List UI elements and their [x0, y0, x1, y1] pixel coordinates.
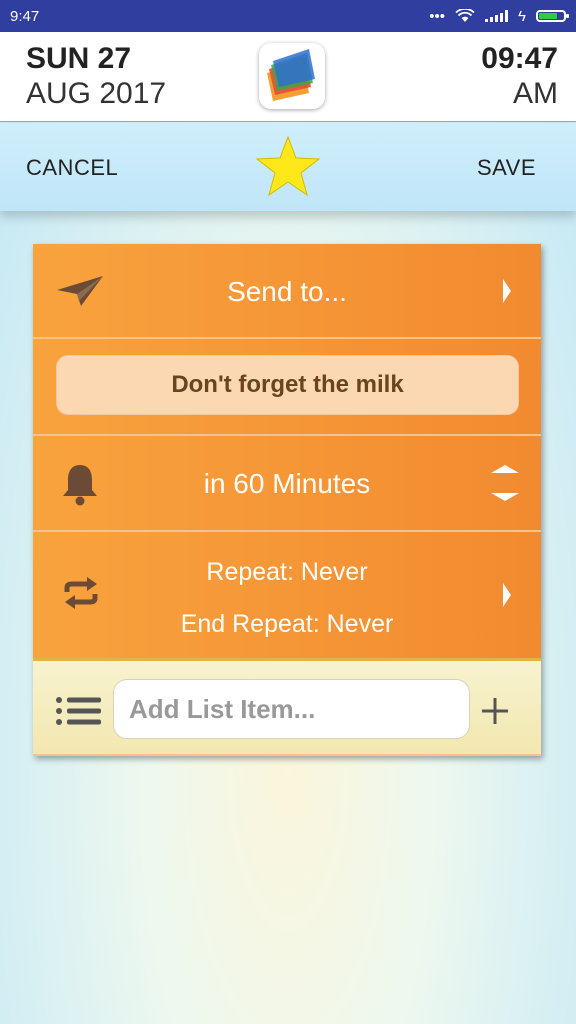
add-list-item-row: [33, 658, 541, 756]
time-display: 09:47 AM: [481, 42, 558, 112]
note-row: Don't forget the milk: [33, 339, 541, 436]
battery-icon: [536, 10, 569, 22]
action-bar: CANCEL SAVE: [0, 123, 576, 211]
note-text-field[interactable]: Don't forget the milk: [56, 355, 519, 415]
end-repeat-text: End Repeat: Never: [180, 610, 394, 638]
chevron-right-icon: [503, 583, 511, 607]
status-icons: ••• ϟ: [429, 7, 569, 25]
app-logo: [259, 43, 325, 109]
chevron-right-icon: [503, 279, 511, 303]
reminder-row[interactable]: in 60 Minutes: [33, 436, 541, 532]
signal-icon: [485, 10, 509, 22]
status-time: 9:47: [10, 7, 40, 25]
reminder-text: in 60 Minutes: [203, 468, 371, 499]
time-hours-minutes: 09:47: [481, 42, 558, 75]
save-button[interactable]: SAVE: [477, 155, 536, 181]
send-to-label: Send to...: [227, 276, 347, 307]
status-bar: 9:47 ••• ϟ: [0, 0, 576, 32]
repeat-row[interactable]: Repeat: Never End Repeat: Never: [33, 532, 541, 658]
more-dots-icon: •••: [429, 7, 446, 25]
list-icon: [56, 697, 101, 725]
date-day: SUN 27: [26, 42, 132, 75]
star-icon[interactable]: [255, 135, 321, 197]
up-down-arrows-icon[interactable]: [489, 463, 521, 503]
date-display: SUN 27 AUG 2017: [26, 42, 166, 112]
date-time-header: SUN 27 AUG 2017 09:47 AM: [0, 32, 576, 122]
repeat-text: Repeat: Never: [206, 558, 368, 586]
note-text: Don't forget the milk: [171, 371, 404, 398]
add-list-item-input[interactable]: [113, 679, 470, 739]
plus-icon[interactable]: [481, 697, 509, 725]
send-to-row[interactable]: Send to...: [33, 244, 541, 339]
charging-icon: ϟ: [518, 7, 526, 25]
cancel-button[interactable]: CANCEL: [26, 155, 118, 181]
time-ampm: AM: [513, 77, 558, 110]
reminder-card: Send to... Don't forget the milk in 60 M…: [33, 244, 541, 756]
date-month-year: AUG 2017: [26, 77, 167, 110]
wifi-icon: [455, 9, 475, 22]
